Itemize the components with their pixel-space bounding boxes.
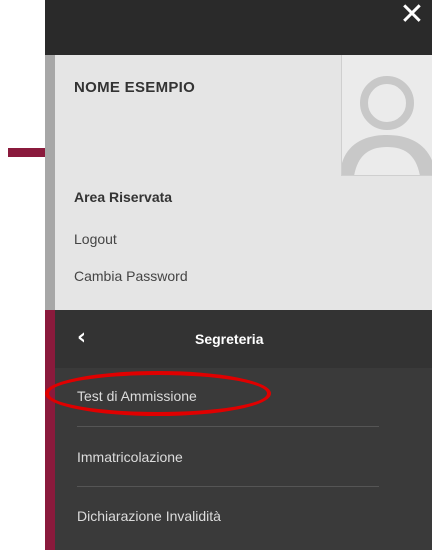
change-password-link[interactable]: Cambia Password	[74, 268, 188, 284]
avatar	[341, 55, 432, 176]
reserved-area-heading: Area Riservata	[74, 189, 173, 205]
user-panel: NOME ESEMPIO Area Riservata Logout Cambi…	[45, 55, 432, 310]
user-panel-strip	[45, 55, 55, 310]
menu-item-immatricolazione[interactable]: Immatricolazione	[55, 434, 432, 484]
close-icon: ✕	[399, 0, 425, 32]
menu-item-test-di-ammissione[interactable]: Test di Ammissione	[55, 373, 432, 423]
menu-item-dichiarazione-invalidita[interactable]: Dichiarazione Invalidità	[55, 493, 432, 543]
menu-title: Segreteria	[195, 331, 264, 347]
menu-divider	[77, 426, 379, 427]
drawer-top-bar: ✕	[45, 0, 432, 55]
side-drawer: ✕ NOME ESEMPIO Area Riservata Logout Cam…	[45, 0, 432, 550]
secretariat-menu: ‹ Segreteria Test di Ammissione Immatric…	[45, 310, 432, 550]
user-avatar-icon	[342, 76, 432, 175]
menu-divider	[77, 486, 379, 487]
chevron-left-icon[interactable]: ‹	[77, 326, 86, 350]
menu-item-label: Test di Ammissione	[77, 388, 197, 404]
background-accent-bar	[8, 148, 48, 157]
menu-item-label: Immatricolazione	[77, 449, 183, 465]
user-name: NOME ESEMPIO	[74, 79, 196, 96]
menu-header: ‹ Segreteria	[55, 310, 432, 368]
logout-link[interactable]: Logout	[74, 231, 117, 247]
menu-item-label: Dichiarazione Invalidità	[77, 508, 221, 524]
close-button[interactable]: ✕	[392, 0, 432, 30]
menu-accent-strip	[45, 310, 55, 550]
